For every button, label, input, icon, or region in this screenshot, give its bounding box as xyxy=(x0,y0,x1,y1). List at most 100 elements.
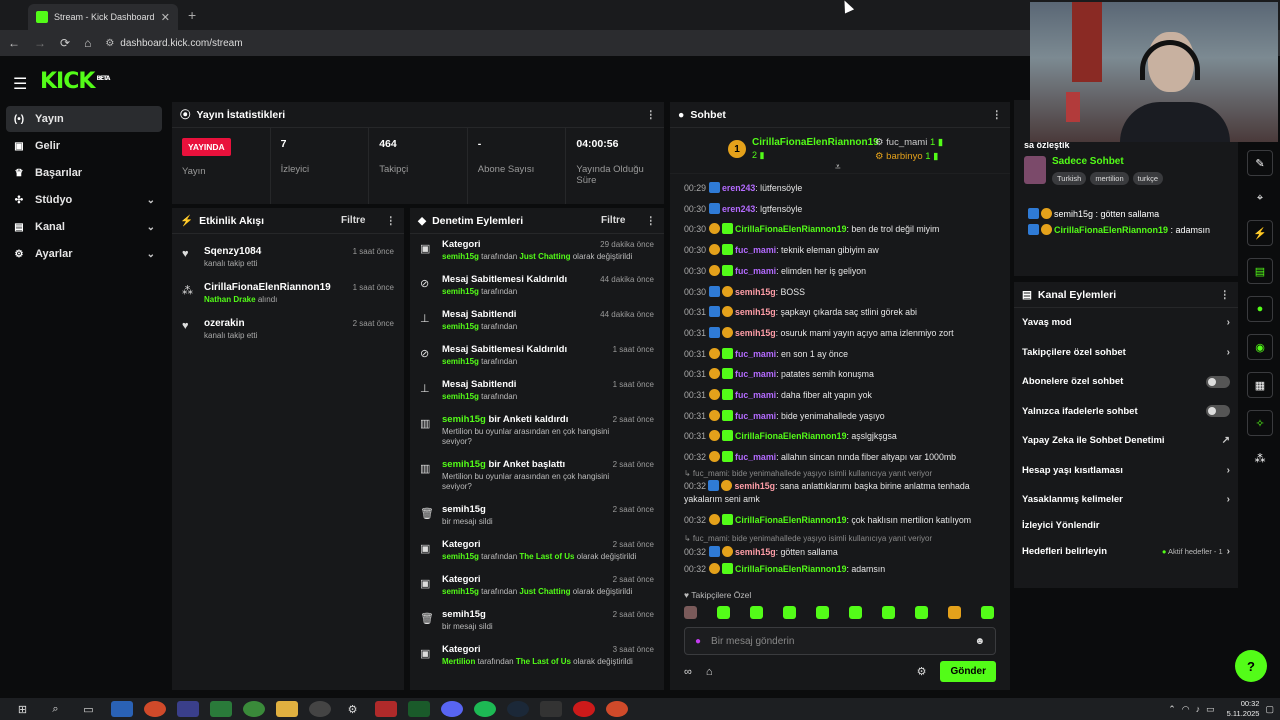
lightning-icon[interactable]: ⚡ xyxy=(1247,220,1273,246)
layout-icon[interactable]: ▦ xyxy=(1247,372,1273,398)
system-clock[interactable]: 00:32 5.11.2025 xyxy=(1227,699,1260,719)
opera-icon[interactable] xyxy=(572,701,595,717)
xbox-icon[interactable] xyxy=(242,701,265,717)
back-icon[interactable]: ← xyxy=(8,36,20,50)
chat-username[interactable]: CirillaFionaElenRiannon19 xyxy=(735,224,846,234)
emote-icon[interactable] xyxy=(816,606,829,619)
kick-logo[interactable]: KICK BETA xyxy=(40,69,110,94)
emote-icon[interactable] xyxy=(849,606,862,619)
obs-icon[interactable] xyxy=(308,701,331,717)
settings-icon[interactable]: ⚙ xyxy=(342,701,364,717)
chat-message[interactable]: 00:32 fuc_mami: allahın sincan nında fibe… xyxy=(684,447,998,468)
chat-message[interactable]: 00:32 semih15g: sana anlattıklarımı başk… xyxy=(684,479,998,506)
emote-icon[interactable] xyxy=(981,606,994,619)
chat-username[interactable]: semih15g xyxy=(735,307,776,317)
chat-message[interactable]: 00:31 fuc_mami: daha fiber alt yapın yok xyxy=(684,385,998,406)
menu-icon[interactable]: ☰ xyxy=(13,74,27,94)
store-icon[interactable] xyxy=(110,701,133,717)
task-view-icon[interactable]: ▭ xyxy=(78,701,100,717)
more-options-icon[interactable]: ⋮ xyxy=(1220,289,1231,301)
chat-username[interactable]: eren243 xyxy=(722,204,755,214)
more-options-icon[interactable]: ⋮ xyxy=(646,109,657,121)
chat-message[interactable]: 00:31 semih15g: osuruk mami yayın açıyo a… xyxy=(684,323,998,344)
chat-username[interactable]: fuc_mami xyxy=(735,411,776,421)
more-options-icon[interactable]: ⋮ xyxy=(646,215,657,227)
more-options-icon[interactable]: ⋮ xyxy=(992,109,1003,121)
kick-points-icon[interactable]: ∞ xyxy=(684,666,692,678)
chat-username[interactable]: fuc_mami xyxy=(735,452,776,462)
chat-username[interactable]: semih15g xyxy=(735,328,776,338)
focus-icon[interactable]: ⌖ xyxy=(1247,188,1273,208)
emote-icon[interactable] xyxy=(915,606,928,619)
chat-input[interactable]: ● Bir mesaj gönderin ☻ xyxy=(684,627,996,655)
chrome-icon[interactable] xyxy=(605,701,628,717)
home-icon[interactable]: ⌂ xyxy=(84,36,91,50)
activity-user[interactable]: Sqenzy1084 xyxy=(204,246,261,257)
top-gifter-first[interactable]: 1 CirillaFionaElenRiannon19 2 ▮ xyxy=(728,137,879,161)
chat-message[interactable]: 00:31 fuc_mami: en son 1 ay önce xyxy=(684,344,998,365)
broadcast-icon[interactable]: ◉ xyxy=(1247,334,1273,360)
discord-icon[interactable] xyxy=(440,701,463,717)
app-icon[interactable] xyxy=(209,701,232,717)
chat-message[interactable]: 00:30 fuc_mami: teknik eleman gibiyim aw xyxy=(684,240,998,261)
chat-message[interactable]: 00:31 semih15g: şapkayı çıkarda saç stlin… xyxy=(684,302,998,323)
subscribers-only-toggle[interactable] xyxy=(1206,375,1230,388)
scroll-down-icon[interactable]: ⩡ xyxy=(835,162,841,173)
tag[interactable]: Turkish xyxy=(1052,172,1087,185)
notes-icon[interactable]: ▤ xyxy=(1247,258,1273,284)
goals-row[interactable]: Hedefleri belirleyin ● Aktif hedefler - 1… xyxy=(1014,537,1238,567)
notifications-icon[interactable]: ▢ xyxy=(1265,704,1274,715)
site-info-icon[interactable]: ⚙ xyxy=(105,38,114,49)
chat-message[interactable]: 00:31 CirillaFionaElenRiannon19: aşslgjkş… xyxy=(684,426,998,447)
chrome-icon[interactable] xyxy=(143,701,166,717)
chat-message[interactable]: 00:31 fuc_mami: bide yenimahallede yaşıyo xyxy=(684,406,998,427)
steam-icon[interactable] xyxy=(506,701,529,717)
mic-icon[interactable]: ● xyxy=(695,636,701,647)
emoji-icon[interactable]: ☻ xyxy=(974,636,985,647)
emote-icon[interactable] xyxy=(882,606,895,619)
followers-only-row[interactable]: Takipçilere özel sohbet › xyxy=(1014,338,1238,368)
edit-icon[interactable]: ✎ xyxy=(1247,150,1273,176)
sidebar-item-yayin[interactable]: (•) Yayın xyxy=(6,106,162,132)
gifter-second[interactable]: ⚙ fuc_mami 1 ▮ xyxy=(875,136,943,150)
chat-message[interactable]: 00:31 fuc_mami: patates semih konuşma xyxy=(684,364,998,385)
sidebar-item-gelir[interactable]: ▣ Gelir xyxy=(6,133,162,159)
account-age-row[interactable]: Hesap yaşı kısıtlaması › xyxy=(1014,456,1238,486)
send-button[interactable]: Gönder xyxy=(940,661,996,682)
gift-icon[interactable]: ⌂ xyxy=(706,666,713,678)
emote-icon[interactable] xyxy=(750,606,763,619)
emotes-only-toggle[interactable] xyxy=(1206,405,1230,418)
battery-icon[interactable]: ▭ xyxy=(1206,704,1215,715)
sidebar-item-studyo[interactable]: ✣ Stüdyo ⌄ xyxy=(6,187,162,213)
more-options-icon[interactable]: ⋮ xyxy=(386,215,397,227)
chat-message[interactable]: 00:30 eren243: lgtfensöyle xyxy=(684,199,998,220)
chat-username[interactable]: fuc_mami xyxy=(735,369,776,379)
folder-icon[interactable] xyxy=(275,701,298,717)
chat-username[interactable]: fuc_mami xyxy=(735,349,776,359)
sidebar-item-basarilar[interactable]: ♛ Başarılar xyxy=(6,160,162,186)
sidebar-item-ayarlar[interactable]: ⚙ Ayarlar ⌄ xyxy=(6,241,162,267)
gifter-third[interactable]: ⚙ barbinyo 1 ▮ xyxy=(875,150,943,164)
chat-message[interactable]: 00:30 semih15g: BOSS xyxy=(684,282,998,303)
chat-message[interactable]: 00:32 CirillaFionaElenRiannon19: adamsın xyxy=(684,559,998,580)
chat-username[interactable]: fuc_mami xyxy=(735,245,776,255)
filter-button[interactable]: Filtre xyxy=(341,215,365,226)
tag[interactable]: turkçe xyxy=(1132,172,1164,185)
chat-message[interactable]: 00:29 eren243: lütfensöyle xyxy=(684,178,998,199)
chat-message[interactable]: 00:32 semih15g: götten sallama xyxy=(684,545,998,559)
chat-message[interactable]: 00:30 fuc_mami: elimden her iş geliyon xyxy=(684,261,998,282)
url-text[interactable]: dashboard.kick.com/stream xyxy=(120,38,242,49)
chat-username[interactable]: CirillaFionaElenRiannon19 xyxy=(735,431,846,441)
forward-icon[interactable]: → xyxy=(34,36,46,50)
chat-username[interactable]: fuc_mami xyxy=(735,266,776,276)
emote-icon[interactable] xyxy=(783,606,796,619)
wifi-icon[interactable]: ◠ xyxy=(1182,704,1190,715)
windows-start-icon[interactable]: ⊞ xyxy=(12,701,34,717)
filter-button[interactable]: Filtre xyxy=(601,215,625,226)
slow-mode-row[interactable]: Yavaş mod › xyxy=(1014,308,1238,338)
activity-user[interactable]: CirillaFionaElenRiannon19 xyxy=(204,282,331,293)
browser-tab[interactable]: Stream - Kick Dashboard ✕ xyxy=(28,4,178,30)
apps-icon[interactable]: ⁂ xyxy=(1247,448,1273,468)
new-tab-icon[interactable]: + xyxy=(188,7,196,23)
app-icon[interactable] xyxy=(176,701,199,717)
